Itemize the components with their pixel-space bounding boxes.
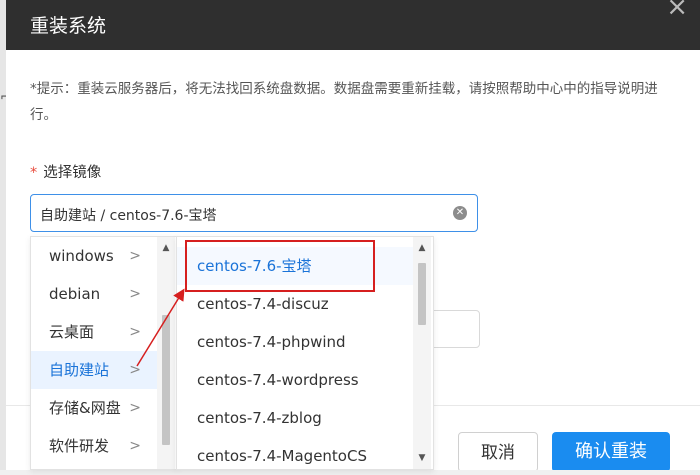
close-icon[interactable]: × bbox=[666, 0, 688, 20]
scroll-down-icon[interactable]: ▼ bbox=[413, 453, 431, 463]
image-menu: centos-7.6-宝塔 centos-7.4-discuz centos-7… bbox=[176, 236, 434, 470]
category-label: 自助建站 bbox=[49, 361, 110, 379]
image-select-input[interactable]: 自助建站 / centos-7.6-宝塔 ✕ bbox=[30, 194, 478, 232]
category-label: 软件研发 bbox=[49, 437, 110, 455]
chevron-right-icon: > bbox=[129, 248, 141, 264]
chevron-right-icon: > bbox=[129, 400, 141, 416]
clear-icon[interactable]: ✕ bbox=[453, 206, 467, 220]
image-scrollbar[interactable]: ▲ ▼ bbox=[413, 237, 431, 469]
category-label: 云桌面 bbox=[49, 323, 95, 341]
chevron-right-icon: > bbox=[129, 362, 141, 378]
image-label-text: 选择镜像 bbox=[43, 165, 102, 181]
selected-image-value: 自助建站 / centos-7.6-宝塔 bbox=[40, 208, 217, 224]
scroll-up-icon[interactable]: ▲ bbox=[413, 243, 431, 253]
category-item-dev[interactable]: 软件研发 > bbox=[31, 427, 157, 465]
image-scroll-thumb[interactable] bbox=[418, 263, 426, 325]
cancel-button[interactable]: 取消 bbox=[458, 432, 538, 470]
category-menu: windows > debian > 云桌面 > 自助建站 > 存储&网盘 > … bbox=[30, 236, 178, 470]
category-item-storage[interactable]: 存储&网盘 > bbox=[31, 389, 157, 427]
dialog-title: 重装系统 bbox=[30, 15, 107, 37]
image-item-centos-7.4-magentocs[interactable]: centos-7.4-MagentoCS bbox=[177, 437, 413, 475]
chevron-right-icon: > bbox=[129, 286, 141, 302]
category-item-self-site[interactable]: 自助建站 > bbox=[31, 351, 157, 389]
image-item-centos-7.6-bt[interactable]: centos-7.6-宝塔 bbox=[177, 247, 413, 285]
dialog-header: 重装系统 × bbox=[6, 0, 700, 50]
required-mark: * bbox=[30, 165, 38, 181]
category-item-cloud-desktop[interactable]: 云桌面 > bbox=[31, 313, 157, 351]
category-scrollbar[interactable]: ▲ bbox=[157, 237, 175, 469]
category-item-windows[interactable]: windows > bbox=[31, 237, 157, 275]
category-item-debian[interactable]: debian > bbox=[31, 275, 157, 313]
warning-tip: *提示：重装云服务器后，将无法找回系统盘数据。数据盘需要重新挂载，请按照帮助中心… bbox=[30, 81, 658, 123]
chevron-right-icon: > bbox=[129, 438, 141, 454]
scroll-up-icon[interactable]: ▲ bbox=[157, 243, 175, 253]
confirm-reinstall-button[interactable]: 确认重装 bbox=[552, 432, 670, 470]
image-item-centos-7.4-zblog[interactable]: centos-7.4-zblog bbox=[177, 399, 413, 437]
image-item-centos-7.4-phpwind[interactable]: centos-7.4-phpwind bbox=[177, 323, 413, 361]
image-item-centos-7.4-wordpress[interactable]: centos-7.4-wordpress bbox=[177, 361, 413, 399]
image-item-centos-7.4-discuz[interactable]: centos-7.4-discuz bbox=[177, 285, 413, 323]
category-label: windows bbox=[49, 247, 114, 265]
category-label: debian bbox=[49, 285, 101, 303]
image-field-label: * 选择镜像 bbox=[30, 161, 101, 182]
category-label: 存储&网盘 bbox=[49, 399, 121, 417]
chevron-right-icon: > bbox=[129, 324, 141, 340]
category-scroll-thumb[interactable] bbox=[162, 315, 170, 445]
